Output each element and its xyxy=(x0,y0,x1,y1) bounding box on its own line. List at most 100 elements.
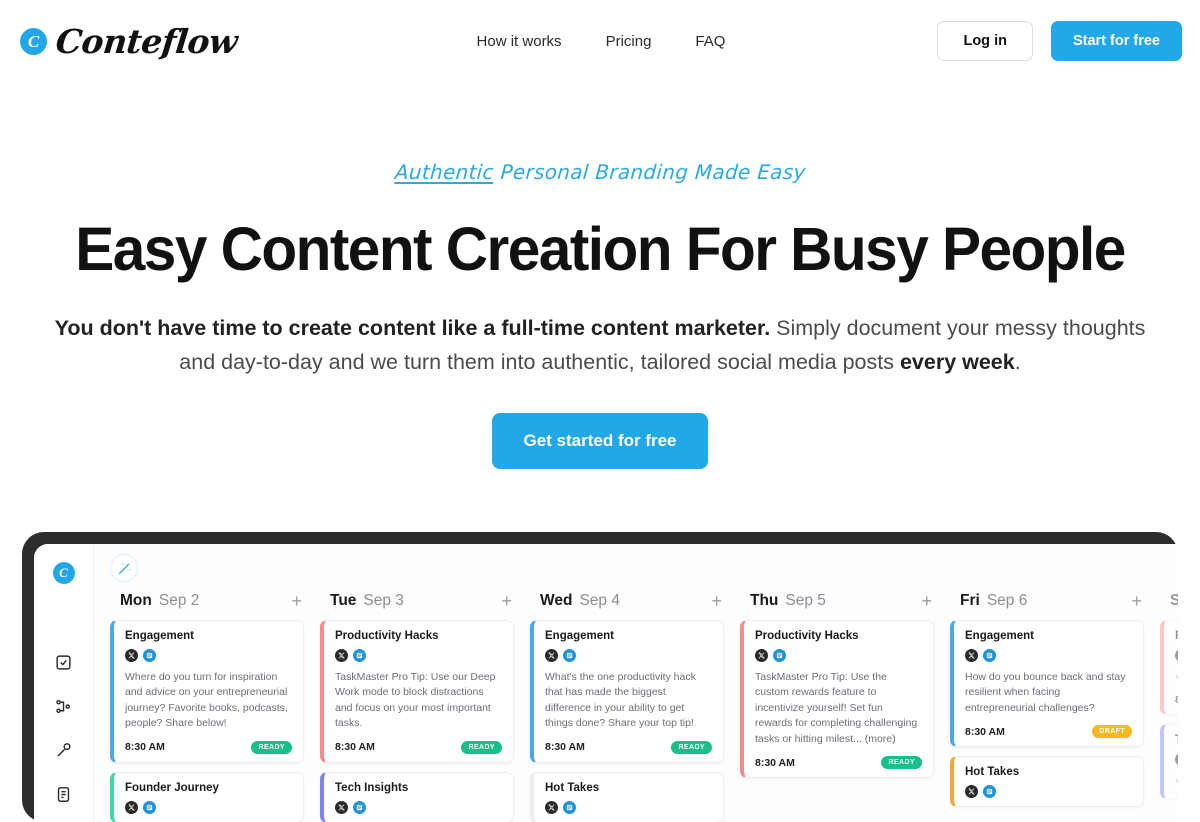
nav-pricing[interactable]: Pricing xyxy=(606,33,652,50)
hero-eyebrow: Authentic Personal Branding Made Easy xyxy=(394,160,806,184)
post-card[interactable]: Engagement How do you bounce back and sta… xyxy=(950,620,1144,748)
x-twitter-icon[interactable] xyxy=(1175,649,1178,662)
post-footer: 8:30 xyxy=(1175,694,1178,706)
post-footer: 8:30 AM READY xyxy=(755,756,922,770)
sidebar-icon-list xyxy=(55,654,72,803)
day-header: Fri Sep 6 + xyxy=(950,592,1144,620)
app-logo-icon[interactable]: C xyxy=(52,562,75,584)
linkedin-icon[interactable] xyxy=(143,800,156,814)
day-column-wed: Wed Sep 4 + Engagement What's the one produc… xyxy=(522,592,732,822)
linkedin-icon[interactable] xyxy=(563,649,576,662)
linkedin-icon[interactable] xyxy=(983,649,996,662)
start-for-free-button[interactable]: Start for free xyxy=(1050,21,1182,61)
day-name: Tue xyxy=(330,592,357,609)
x-twitter-icon[interactable] xyxy=(1175,753,1178,767)
app-sidebar: C xyxy=(34,544,94,822)
hero-subtitle: You don't have time to create content li… xyxy=(40,312,1160,379)
content-calendar-board[interactable]: Mon Sep 2 + Engagement Where do you turn for… xyxy=(94,592,1178,822)
magic-wand-icon[interactable] xyxy=(110,554,138,582)
post-footer: 8:30 AM READY xyxy=(125,740,292,754)
tasks-icon[interactable] xyxy=(55,654,72,671)
post-platform-icons xyxy=(755,649,922,662)
notes-icon[interactable] xyxy=(55,786,72,803)
post-category: Engagement xyxy=(545,630,615,642)
linkedin-icon[interactable] xyxy=(773,649,786,662)
day-column-fri: Fri Sep 6 + Engagement How do you bounce bac… xyxy=(942,592,1152,822)
post-category: Tech Insights xyxy=(1175,734,1178,746)
post-platform-icons xyxy=(1175,753,1178,767)
post-time: 8:30 AM xyxy=(335,741,375,754)
linkedin-icon[interactable] xyxy=(353,649,366,662)
day-name: Fri xyxy=(960,592,980,609)
x-twitter-icon[interactable] xyxy=(965,785,978,799)
x-twitter-icon[interactable] xyxy=(545,800,558,814)
day-date: Sep 5 xyxy=(785,592,826,609)
day-name: Mon xyxy=(120,592,152,609)
add-post-button[interactable]: + xyxy=(501,592,512,610)
post-card[interactable]: Tech Insights + Create xyxy=(1160,724,1178,799)
post-card[interactable]: Tech Insights xyxy=(320,771,514,822)
login-button[interactable]: Log in xyxy=(937,21,1033,61)
hero-sub-bold-lead: You don't have time to create content li… xyxy=(54,316,771,341)
x-twitter-icon[interactable] xyxy=(965,649,978,662)
add-post-button[interactable]: + xyxy=(291,592,302,610)
post-card[interactable]: Founder Journey xyxy=(110,771,304,822)
post-footer: 8:30 AM DRAFT xyxy=(965,725,1132,739)
day-header: Thu Sep 5 + xyxy=(740,592,934,620)
main-navigation: How it works Pricing FAQ xyxy=(350,33,852,50)
x-twitter-icon[interactable] xyxy=(125,800,138,814)
post-category: Productivity Hacks xyxy=(335,630,439,642)
x-twitter-icon[interactable] xyxy=(335,649,348,662)
day-column-mon: Mon Sep 2 + Engagement Where do you turn for… xyxy=(102,592,312,822)
post-body: TaskMaster Pro Tip: Use the custom rewar… xyxy=(755,671,918,745)
post-footer: 8:30 AM READY xyxy=(545,740,712,754)
post-platform-icons xyxy=(965,785,1132,799)
status-badge: DRAFT xyxy=(1092,725,1132,739)
workflow-icon[interactable] xyxy=(55,698,72,715)
linkedin-icon[interactable] xyxy=(353,800,366,814)
post-category: Founder Journey xyxy=(125,781,219,794)
post-body: TaskMaster Pro Tip: Use our Deep Work mo… xyxy=(335,671,496,730)
hero-sub-bold-tail: every week xyxy=(899,349,1015,374)
post-platform-icons xyxy=(125,649,292,662)
post-card[interactable]: Engagement What's the one productivity ha… xyxy=(530,620,724,763)
post-footer: 8:30 AM READY xyxy=(335,740,502,754)
post-card[interactable]: Hot Takes xyxy=(530,771,724,822)
post-platform-icons xyxy=(125,800,292,814)
get-started-button[interactable]: Get started for free xyxy=(492,413,708,470)
linkedin-icon[interactable] xyxy=(143,649,156,662)
conteflow-logo-icon: C xyxy=(20,27,47,55)
post-card[interactable]: Productivity Hacks TaskMaster Pro Tip: Us… xyxy=(320,620,514,763)
post-platform-icons xyxy=(545,649,712,662)
post-platform-icons xyxy=(1175,649,1178,662)
day-name: Thu xyxy=(750,592,779,609)
nav-how-it-works[interactable]: How it works xyxy=(477,33,562,50)
post-category: Hot Takes xyxy=(545,781,600,794)
x-twitter-icon[interactable] xyxy=(125,649,138,662)
post-card[interactable]: Productivity Hacks TaskMaster Pro Tip: Us… xyxy=(740,620,934,779)
brand-logo[interactable]: C Conteflow xyxy=(20,22,350,61)
post-body: + Create xyxy=(1175,774,1178,789)
post-category: Engagement xyxy=(965,630,1035,642)
post-body: + Create xyxy=(1175,670,1178,685)
post-card[interactable]: Productivity Hacks + Create 8:30 xyxy=(1160,620,1178,716)
hero-section: Authentic Personal Branding Made Easy Ea… xyxy=(0,82,1200,470)
add-post-button[interactable]: + xyxy=(711,592,722,610)
day-header: Tue Sep 3 + xyxy=(320,592,514,620)
post-time: 8:30 AM xyxy=(965,725,1005,738)
page-title: Easy Content Creation For Busy People xyxy=(75,215,1126,283)
post-time: 8:30 AM xyxy=(755,756,795,769)
nav-faq[interactable]: FAQ xyxy=(695,33,725,50)
linkedin-icon[interactable] xyxy=(563,800,576,814)
post-card[interactable]: Engagement Where do you turn for inspirat… xyxy=(110,620,304,763)
x-twitter-icon[interactable] xyxy=(755,649,768,662)
add-post-button[interactable]: + xyxy=(1131,592,1142,610)
post-category: Hot Takes xyxy=(965,766,1020,779)
x-twitter-icon[interactable] xyxy=(545,649,558,662)
microphone-icon[interactable] xyxy=(55,742,72,759)
add-post-button[interactable]: + xyxy=(921,592,932,610)
day-column-sat: Sat Productivity Hacks + Create 8:30 Tech In… xyxy=(1152,592,1178,822)
post-body: How do you bounce back and stay resilien… xyxy=(965,671,1126,714)
x-twitter-icon[interactable] xyxy=(335,800,348,814)
linkedin-icon[interactable] xyxy=(983,785,996,799)
